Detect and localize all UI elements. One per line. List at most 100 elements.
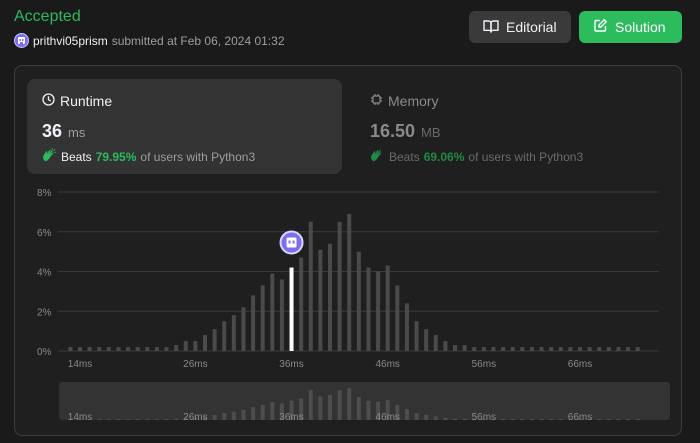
overview-bar xyxy=(97,419,102,420)
bar[interactable] xyxy=(135,347,140,351)
bar[interactable] xyxy=(222,321,227,351)
overview-bar xyxy=(404,408,409,420)
bar[interactable] xyxy=(174,345,179,351)
bar[interactable] xyxy=(385,265,390,351)
bar[interactable] xyxy=(68,347,73,351)
bar[interactable] xyxy=(299,257,304,351)
bar[interactable] xyxy=(616,347,621,351)
bar[interactable] xyxy=(203,335,207,351)
overview-bar xyxy=(529,419,534,420)
bar[interactable] xyxy=(510,347,515,351)
overview-bar xyxy=(501,419,506,420)
overview-x-tick-label: 36ms xyxy=(279,412,303,423)
bar[interactable] xyxy=(145,347,150,351)
bar[interactable] xyxy=(578,347,582,351)
bar[interactable] xyxy=(154,347,159,351)
editorial-button[interactable]: Editorial xyxy=(469,11,571,43)
bar[interactable] xyxy=(116,347,121,351)
bar[interactable] xyxy=(87,347,92,351)
avatar-marker-eye xyxy=(292,240,295,244)
overview-bar xyxy=(606,419,611,420)
bar[interactable] xyxy=(501,347,506,351)
runtime-distribution-chart[interactable]: 0% 2% 4% 6% 8% 14ms 26ms 36ms 46ms 56ms 66ms 14ms 26… xyxy=(15,66,683,437)
bar[interactable] xyxy=(183,341,188,351)
y-tick-label: 8% xyxy=(37,188,52,199)
bar[interactable] xyxy=(626,347,631,351)
bar[interactable] xyxy=(462,345,467,351)
x-tick-label: 66ms xyxy=(568,359,592,370)
bar[interactable] xyxy=(212,329,217,351)
y-tick-label: 2% xyxy=(37,307,52,318)
overview-bar xyxy=(318,396,323,420)
bar[interactable] xyxy=(520,347,525,351)
bar[interactable] xyxy=(433,335,438,351)
bar[interactable] xyxy=(568,347,573,351)
editorial-button-label: Editorial xyxy=(506,19,557,35)
overview-x-tick-label: 26ms xyxy=(183,412,207,423)
bar[interactable] xyxy=(251,295,256,351)
x-tick-label: 36ms xyxy=(279,359,303,370)
solution-button-label: Solution xyxy=(615,19,666,35)
bar[interactable] xyxy=(558,347,563,351)
overview-bar xyxy=(328,395,332,420)
bar[interactable] xyxy=(356,251,361,351)
bar[interactable] xyxy=(549,347,554,351)
bar[interactable] xyxy=(318,249,323,351)
overview-x-tick-label: 66ms xyxy=(568,412,592,423)
overview-bar xyxy=(212,414,217,420)
overview-bar xyxy=(453,418,457,420)
bar[interactable] xyxy=(376,271,381,352)
bar[interactable] xyxy=(472,347,477,351)
overview-bar xyxy=(443,417,448,420)
y-tick-label: 0% xyxy=(37,347,52,358)
overview-bar xyxy=(260,404,265,420)
bar[interactable] xyxy=(587,347,592,351)
bar[interactable] xyxy=(635,347,640,351)
bar[interactable] xyxy=(414,321,419,351)
submission-status: Accepted xyxy=(14,8,81,25)
bar[interactable] xyxy=(164,347,169,351)
overview-bar xyxy=(145,419,150,420)
bar[interactable] xyxy=(481,347,486,351)
overview-bar xyxy=(116,419,121,420)
bar[interactable] xyxy=(597,347,602,351)
submitted-timestamp: submitted at Feb 06, 2024 01:32 xyxy=(111,33,285,48)
bar[interactable] xyxy=(443,341,448,351)
overview-bar xyxy=(241,409,246,420)
bar[interactable] xyxy=(404,303,409,351)
bar[interactable] xyxy=(347,213,352,351)
bar[interactable] xyxy=(270,273,275,351)
bar[interactable] xyxy=(366,267,371,351)
bar[interactable] xyxy=(606,347,611,351)
bar[interactable] xyxy=(529,347,534,351)
avatar-marker-face xyxy=(286,237,297,248)
bar[interactable] xyxy=(78,347,82,351)
overview-bar xyxy=(164,419,169,420)
bar[interactable] xyxy=(106,347,111,351)
overview-bar xyxy=(414,413,419,420)
bar[interactable] xyxy=(337,221,342,351)
overview-bar xyxy=(549,419,554,420)
bar[interactable] xyxy=(97,347,102,351)
bar[interactable] xyxy=(308,221,313,351)
bar[interactable] xyxy=(126,347,131,351)
bar[interactable] xyxy=(328,243,332,351)
bar[interactable] xyxy=(424,329,429,351)
x-tick-label: 56ms xyxy=(472,359,496,370)
bar[interactable] xyxy=(539,347,544,351)
book-open-icon xyxy=(483,19,506,36)
bar[interactable] xyxy=(260,285,265,351)
bar[interactable] xyxy=(279,279,284,351)
username-link[interactable]: prithvi05prism xyxy=(33,34,108,48)
bar[interactable] xyxy=(395,285,400,351)
highlighted-bar[interactable] xyxy=(289,267,294,351)
overview-bar xyxy=(337,390,342,420)
bar[interactable] xyxy=(491,347,496,351)
overview-x-tick-label: 14ms xyxy=(68,412,92,423)
avatar[interactable] xyxy=(14,33,29,48)
bar[interactable] xyxy=(241,307,246,351)
bar[interactable] xyxy=(231,315,236,351)
bar[interactable] xyxy=(453,345,457,351)
bar[interactable] xyxy=(193,341,198,351)
solution-button[interactable]: Solution xyxy=(579,11,682,43)
